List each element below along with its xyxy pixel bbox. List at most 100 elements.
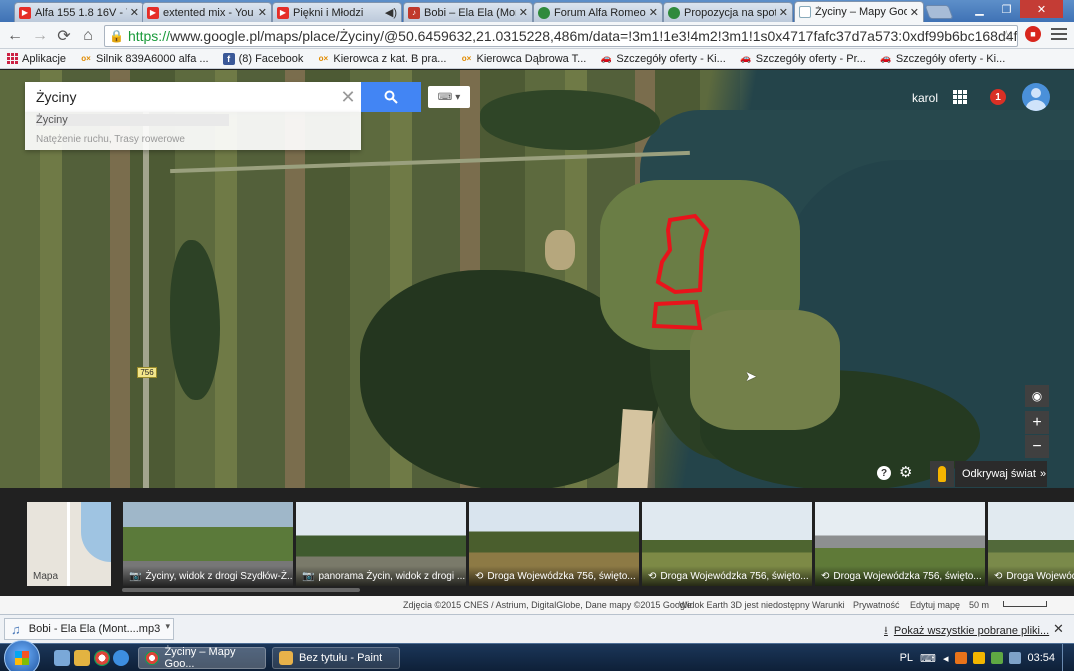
taskbar-label: Życiny – Mapy Goo... xyxy=(164,646,236,670)
taskbar-paint-window[interactable]: Bez tytułu - Paint xyxy=(272,647,400,669)
chevron-left-icon[interactable]: ◂ xyxy=(943,652,949,665)
suggestion-item[interactable]: Życiny xyxy=(36,114,229,126)
explorer-icon[interactable] xyxy=(74,650,90,666)
user-name[interactable]: karol xyxy=(912,91,938,105)
close-icon[interactable]: ✕ xyxy=(1053,621,1064,637)
car-icon: 🚗 xyxy=(880,53,892,63)
tab-4[interactable]: Forum Alfa Romeo ✕ xyxy=(533,2,663,22)
taskbar-chrome-window[interactable]: Życiny – Mapy Goo... xyxy=(138,646,266,670)
stop-extension-icon[interactable]: ■ xyxy=(1025,26,1041,42)
help-icon[interactable]: ? xyxy=(877,466,891,480)
bookmark-star-icon[interactable]: ☆ xyxy=(1000,27,1013,45)
notification-badge[interactable]: 1 xyxy=(990,89,1006,105)
show-desktop-icon[interactable] xyxy=(54,650,70,666)
bookmark-item[interactable]: o× Silnik 839A6000 alfa ... xyxy=(80,53,208,65)
download-item[interactable]: ♫ Bobi - Ela Ela (Mont....mp3 ▾ xyxy=(4,618,174,640)
tab-close-icon[interactable]: ✕ xyxy=(649,6,658,19)
tab-6[interactable]: Życiny – Mapy Goo ✕ xyxy=(794,1,924,22)
tab-3[interactable]: ♪ Bobi – Ela Ela (Mon ✕ xyxy=(403,2,533,22)
bookmark-item[interactable]: 🚗 Szczegóły oferty - Pr... xyxy=(740,53,866,65)
home-icon[interactable]: ⌂ xyxy=(79,27,97,45)
edit-map-link[interactable]: Edytuj mapę xyxy=(910,600,960,610)
bookmark-item[interactable]: 🚗 Szczegóły oferty - Ki... xyxy=(880,53,1005,65)
maps-search-box[interactable]: Życiny ✕ xyxy=(25,82,361,112)
browser-menu-icon[interactable] xyxy=(1051,26,1067,42)
address-bar[interactable]: 🔒 https://www.google.pl/maps/place/Życin… xyxy=(104,25,1018,47)
avatar[interactable] xyxy=(1022,83,1050,111)
search-input[interactable]: Życiny xyxy=(36,89,335,105)
close-window-icon[interactable]: ✕ xyxy=(1020,0,1063,18)
keyboard-tray-icon[interactable]: ⌨ xyxy=(920,652,936,665)
back-arrow-icon[interactable]: ← xyxy=(6,27,24,45)
show-desktop-button[interactable] xyxy=(1062,644,1074,671)
suggestion-layers[interactable]: Natężenie ruchu, Trasy rowerowe xyxy=(36,134,185,145)
download-filename: Bobi - Ela Ela (Mont....mp3 xyxy=(28,623,161,635)
notification-tray-icon[interactable] xyxy=(973,652,986,664)
clock[interactable]: 03:54 xyxy=(1027,652,1055,664)
tab-close-icon[interactable]: ✕ xyxy=(130,6,139,19)
bookmark-apps[interactable]: Aplikacje xyxy=(6,53,66,65)
zoom-out-button[interactable]: − xyxy=(1025,435,1049,458)
tab-0[interactable]: ▶ Alfa 155 1.8 16V - Y ✕ xyxy=(14,2,144,22)
camera-icon: 📷 xyxy=(129,570,142,582)
streetview-thumbnail[interactable]: ⟲Droga Wojewódzka 756, święto... xyxy=(815,502,985,586)
tab-close-icon[interactable]: ✕ xyxy=(779,6,788,19)
thumbnail-caption: ⟲Droga Wojewódzka 756, święto... xyxy=(642,566,812,586)
internet-explorer-icon[interactable] xyxy=(113,650,129,666)
sand-patch xyxy=(545,230,575,270)
start-button[interactable] xyxy=(4,640,40,671)
chrome-icon[interactable] xyxy=(94,650,110,666)
tab-1[interactable]: ▶ extented mix - You ✕ xyxy=(142,2,272,22)
bookmark-item[interactable]: o× Kierowca Dąbrowa T... xyxy=(460,53,587,65)
paint-icon xyxy=(279,651,293,665)
tab-title: Życiny – Mapy Goo xyxy=(815,6,907,18)
chevron-down-icon[interactable]: ▾ xyxy=(165,621,170,632)
my-location-button[interactable]: ◉ xyxy=(1025,385,1049,407)
map-thumbnail[interactable]: Mapa xyxy=(27,502,111,586)
gear-icon[interactable]: ⚙ xyxy=(899,463,912,481)
tab-5[interactable]: Propozycja na spot ✕ xyxy=(663,2,793,22)
forward-arrow-icon[interactable]: → xyxy=(31,27,49,45)
streetview-thumbnail[interactable]: ⟲Droga Wojewódzka 756, święto... xyxy=(642,502,812,586)
road xyxy=(143,110,149,488)
clear-icon[interactable]: ✕ xyxy=(335,87,361,108)
streetview-thumbnail[interactable]: ⟲Droga Wojewódzka 756, święto... xyxy=(988,502,1074,586)
search-button[interactable] xyxy=(361,82,421,112)
restore-icon[interactable]: ❐ xyxy=(993,0,1020,18)
network-icon[interactable] xyxy=(991,652,1004,664)
reload-icon[interactable]: ⟳ xyxy=(55,27,73,45)
bookmark-item[interactable]: o× Kierowca z kat. B pra... xyxy=(317,53,447,65)
bookmark-item[interactable]: f (8) Facebook xyxy=(222,52,304,65)
terms-link[interactable]: Warunki xyxy=(812,600,845,610)
privacy-link[interactable]: Prywatność xyxy=(853,600,900,610)
keyboard-button[interactable]: ⌨ ▾ xyxy=(428,86,470,108)
google-apps-icon[interactable] xyxy=(953,90,967,104)
language-indicator[interactable]: PL xyxy=(900,652,913,664)
explore-button[interactable]: Odkrywaj świat » xyxy=(955,461,1047,487)
tab-close-icon[interactable]: ✕ xyxy=(910,6,919,19)
tab-2[interactable]: ▶ Piękni i Młodzi ◀) xyxy=(272,2,402,22)
photo-thumbnail[interactable]: 📷 panorama Życin, widok z drogi ... xyxy=(296,502,466,586)
photo-thumbnail[interactable]: 📷 Życiny, widok z drogi Szydłów-Ż... xyxy=(123,502,293,586)
new-tab-button[interactable] xyxy=(924,5,954,19)
minimize-icon[interactable]: ▁ xyxy=(966,0,993,18)
avast-icon[interactable] xyxy=(955,652,968,664)
meadow xyxy=(690,310,840,430)
bookmark-item[interactable]: 🚗 Szczegóły oferty - Ki... xyxy=(600,52,726,65)
thumbnail-caption: Mapa xyxy=(33,570,59,582)
bookmark-label: Szczegóły oferty - Ki... xyxy=(616,52,726,65)
streetview-thumbnail[interactable]: ⟲Droga Wojewódzka 756, święto... xyxy=(469,502,639,586)
tab-title: Alfa 155 1.8 16V - Y xyxy=(35,6,127,19)
tab-close-icon[interactable]: ✕ xyxy=(258,6,267,19)
volume-icon[interactable] xyxy=(1009,652,1022,664)
bookmark-label: (8) Facebook xyxy=(238,52,304,65)
pegman-icon[interactable] xyxy=(930,461,954,487)
url-rest: www.google.pl/maps/place/Życiny/@50.6459… xyxy=(169,28,1017,44)
zoom-in-button[interactable]: + xyxy=(1025,411,1049,434)
tab-close-icon[interactable]: ✕ xyxy=(519,6,528,19)
water-shape xyxy=(81,502,111,562)
streetview-icon: ⟲ xyxy=(648,570,657,582)
mouse-cursor-icon: ➤ xyxy=(745,368,757,384)
show-all-downloads-link[interactable]: ⭳ Pokaż wszystkie pobrane pliki... xyxy=(884,622,1049,641)
strip-scrollbar[interactable] xyxy=(122,588,360,592)
